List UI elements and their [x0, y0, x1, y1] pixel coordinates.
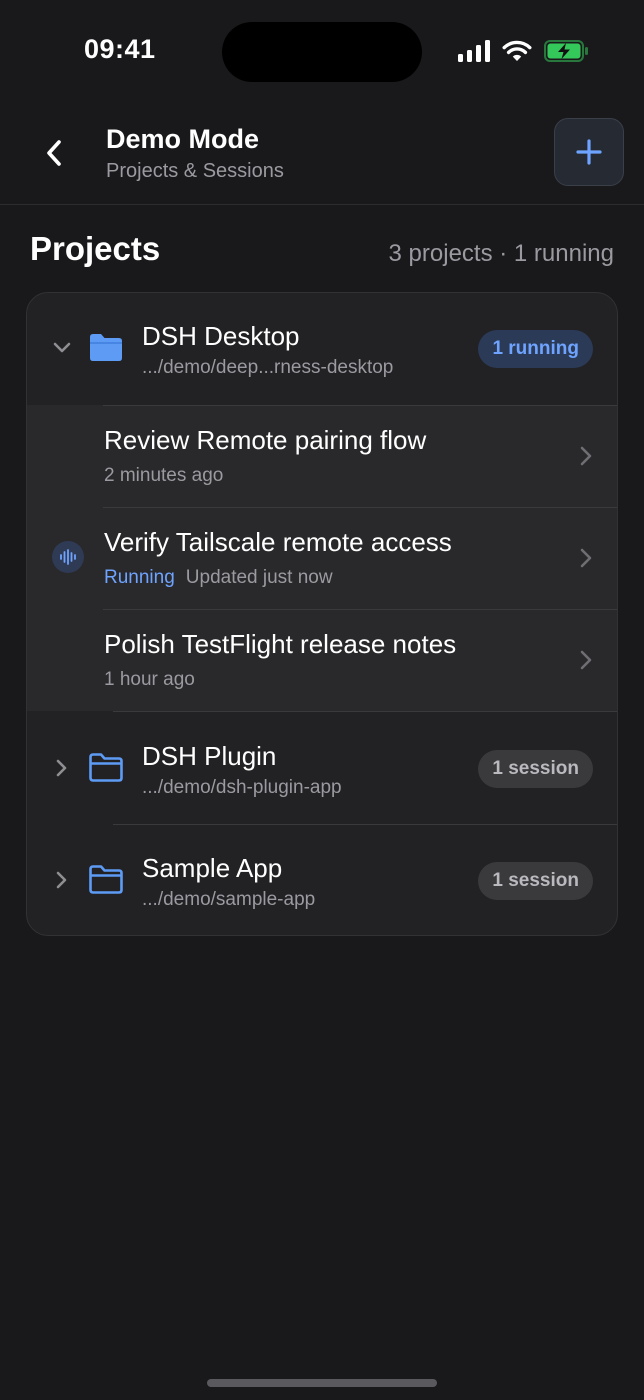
- waveform-icon: [52, 541, 84, 573]
- project-path: .../demo/sample-app: [142, 889, 316, 910]
- projects-card: DSH Desktop .../demo/deep...rness-deskto…: [26, 292, 618, 936]
- home-indicator[interactable]: [207, 1379, 437, 1387]
- divider: [103, 609, 617, 610]
- chevron-down-icon[interactable]: [51, 333, 73, 363]
- navigation-header: Demo Mode Projects & Sessions: [0, 104, 644, 205]
- project-path: .../demo/dsh-plugin-app: [142, 777, 342, 798]
- session-status: Running: [104, 567, 175, 588]
- status-bar: 09:41: [0, 0, 644, 104]
- add-project-button[interactable]: [554, 118, 624, 186]
- project-row-dsh-desktop[interactable]: DSH Desktop .../demo/deep...rness-deskto…: [27, 293, 617, 405]
- divider: [103, 405, 617, 406]
- folder-icon: [89, 753, 123, 782]
- status-icons: [458, 40, 588, 62]
- session-count-badge: 1 session: [478, 862, 593, 900]
- session-subtitle: 2 minutes ago: [104, 465, 223, 487]
- session-subtitle: Running Updated just now: [104, 567, 333, 589]
- divider: [113, 711, 617, 712]
- project-row-dsh-plugin[interactable]: DSH Plugin .../demo/dsh-plugin-app 1 ses…: [27, 713, 617, 825]
- chevron-right-icon[interactable]: [51, 753, 73, 783]
- chevron-left-icon: [47, 140, 61, 166]
- chevron-right-icon: [580, 548, 592, 568]
- session-list: Review Remote pairing flow 2 minutes ago: [27, 405, 617, 711]
- session-count-badge: 1 session: [478, 750, 593, 788]
- session-title: Polish TestFlight release notes: [104, 629, 457, 659]
- dynamic-island: [222, 22, 422, 82]
- project-name: DSH Plugin: [142, 741, 277, 771]
- divider: [103, 507, 617, 508]
- plus-icon: [576, 139, 602, 165]
- project-name: Sample App: [142, 853, 283, 883]
- session-title: Verify Tailscale remote access: [104, 527, 452, 557]
- nav-subtitle: Projects & Sessions: [106, 160, 284, 182]
- session-updated: 1 hour ago: [104, 669, 195, 690]
- session-updated: Updated just now: [185, 567, 333, 588]
- project-row-sample-app[interactable]: Sample App .../demo/sample-app 1 session: [27, 825, 617, 935]
- session-row[interactable]: Review Remote pairing flow 2 minutes ago: [27, 405, 617, 507]
- battery-charging-icon: [544, 40, 588, 62]
- project-path: .../demo/deep...rness-desktop: [142, 357, 394, 378]
- session-subtitle: 1 hour ago: [104, 669, 195, 691]
- status-badge: 1 running: [478, 330, 593, 368]
- session-updated: 2 minutes ago: [104, 465, 224, 486]
- nav-title: Demo Mode: [106, 124, 260, 154]
- back-button[interactable]: [34, 130, 74, 176]
- folder-fill-icon: [90, 334, 122, 361]
- session-row[interactable]: Verify Tailscale remote access Running Up…: [27, 507, 617, 609]
- chevron-right-icon: [580, 650, 592, 670]
- section-title: Projects: [30, 230, 161, 267]
- folder-icon: [89, 865, 123, 894]
- status-time: 09:41: [84, 34, 156, 64]
- session-row[interactable]: Polish TestFlight release notes 1 hour a…: [27, 609, 617, 711]
- chevron-right-icon[interactable]: [51, 865, 73, 895]
- section-meta: 3 projects · 1 running: [388, 240, 614, 267]
- wifi-icon: [502, 40, 532, 61]
- session-title: Review Remote pairing flow: [104, 425, 427, 455]
- project-name: DSH Desktop: [142, 321, 300, 351]
- chevron-right-icon: [580, 446, 592, 466]
- cellular-signal-icon: [458, 40, 490, 62]
